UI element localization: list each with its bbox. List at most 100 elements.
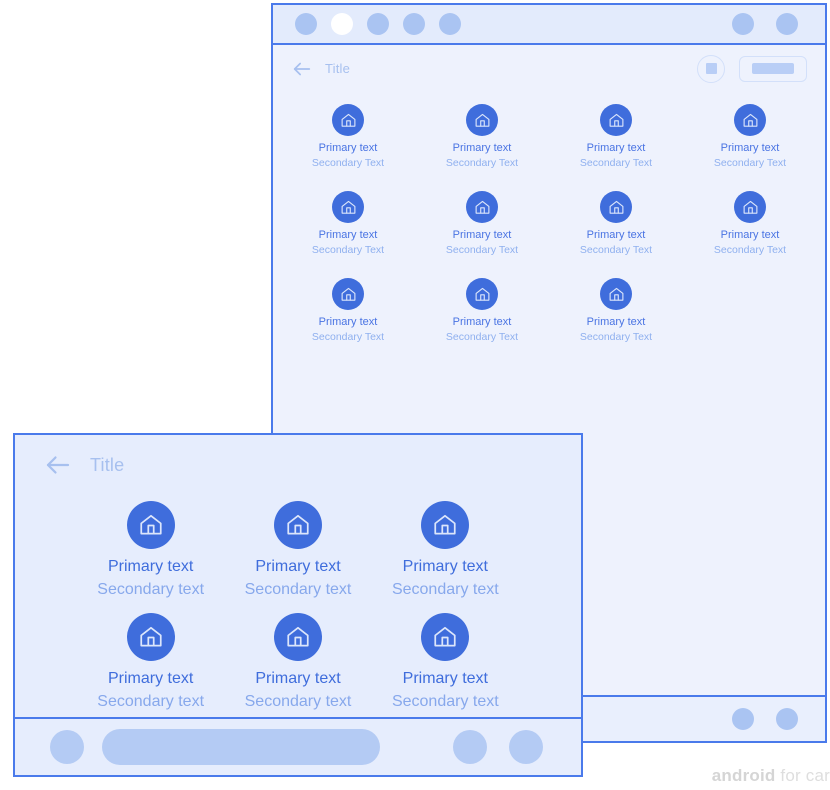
tile-primary-text: Primary text bbox=[107, 670, 194, 687]
foreground-window: Title Primary text Secondary text Primary … bbox=[13, 433, 583, 777]
watermark-bold-text: android bbox=[711, 766, 776, 785]
tile-primary-text: Primary text bbox=[586, 229, 646, 241]
tile-secondary-text: Secondary Text bbox=[311, 157, 385, 169]
square-stop-icon-button[interactable] bbox=[697, 54, 725, 83]
page-title: Title bbox=[325, 61, 351, 76]
arrow-left-icon[interactable] bbox=[43, 450, 73, 480]
screenshot-canvas: Title Primary text Secondary Text Primary … bbox=[0, 0, 830, 790]
grid-tile[interactable]: Primary text Secondary Text bbox=[281, 278, 415, 343]
tile-secondary-text: Secondary Text bbox=[445, 157, 519, 169]
grid-tile[interactable]: Primary text Secondary text bbox=[372, 613, 519, 711]
tile-primary-text: Primary text bbox=[452, 229, 512, 241]
home-icon bbox=[332, 104, 364, 136]
grid-tile[interactable]: Primary text Secondary Text bbox=[415, 104, 549, 169]
grid-tile[interactable]: Primary text Secondary Text bbox=[683, 104, 817, 169]
grid-tile[interactable]: Primary text Secondary Text bbox=[415, 278, 549, 343]
home-icon bbox=[273, 501, 322, 549]
home-icon bbox=[466, 191, 498, 223]
arrow-left-icon[interactable] bbox=[291, 58, 313, 80]
foreground-app-bar: Title bbox=[15, 435, 581, 495]
nav-pill-button[interactable] bbox=[102, 729, 380, 765]
tile-secondary-text: Secondary Text bbox=[579, 331, 653, 343]
tile-secondary-text: Secondary text bbox=[97, 693, 205, 710]
tile-primary-text: Primary text bbox=[452, 316, 512, 328]
home-icon bbox=[600, 191, 632, 223]
bottom-dot-1[interactable] bbox=[732, 708, 754, 730]
tile-secondary-text: Secondary text bbox=[391, 693, 499, 710]
home-icon bbox=[126, 613, 175, 661]
status-dot-1[interactable] bbox=[295, 13, 317, 35]
chip-button[interactable] bbox=[739, 55, 807, 82]
home-icon bbox=[126, 501, 175, 549]
background-tile-grid: Primary text Secondary Text Primary text Se… bbox=[273, 92, 825, 343]
tile-secondary-text: Secondary Text bbox=[579, 157, 653, 169]
status-bar-right-group bbox=[732, 13, 798, 35]
grid-tile[interactable]: Primary text Secondary text bbox=[224, 613, 371, 711]
status-dot-3[interactable] bbox=[367, 13, 389, 35]
grid-tile[interactable]: Primary text Secondary text bbox=[224, 501, 371, 599]
grid-tile[interactable]: Primary text Secondary text bbox=[77, 613, 224, 711]
tile-primary-text: Primary text bbox=[402, 670, 488, 687]
tile-primary-text: Primary text bbox=[402, 558, 488, 575]
home-icon bbox=[466, 278, 498, 310]
home-icon bbox=[332, 278, 364, 310]
foreground-content-area: Primary text Secondary text Primary text Se… bbox=[15, 495, 581, 717]
home-icon bbox=[421, 501, 470, 549]
tile-primary-text: Primary text bbox=[452, 142, 512, 154]
tile-primary-text: Primary text bbox=[586, 316, 646, 328]
grid-tile[interactable]: Primary text Secondary Text bbox=[415, 191, 549, 256]
tile-secondary-text: Secondary Text bbox=[311, 331, 385, 343]
tile-secondary-text: Secondary text bbox=[244, 581, 352, 598]
tile-secondary-text: Secondary Text bbox=[311, 244, 385, 256]
status-dot-right-1[interactable] bbox=[732, 13, 754, 35]
background-status-bar bbox=[273, 5, 825, 45]
grid-tile[interactable]: Primary text Secondary text bbox=[77, 501, 224, 599]
nav-bar-left-group bbox=[50, 729, 380, 765]
tile-primary-text: Primary text bbox=[586, 142, 646, 154]
tile-primary-text: Primary text bbox=[255, 558, 341, 575]
tile-primary-text: Primary text bbox=[107, 558, 194, 575]
nav-bar-right-group bbox=[453, 730, 543, 764]
grid-tile[interactable]: Primary text Secondary Text bbox=[281, 104, 415, 169]
app-bar-actions bbox=[697, 54, 807, 83]
status-dot-5[interactable] bbox=[439, 13, 461, 35]
foreground-tile-grid: Primary text Secondary text Primary text Se… bbox=[15, 495, 581, 711]
tile-secondary-text: Secondary Text bbox=[713, 157, 787, 169]
bottom-dot-2[interactable] bbox=[776, 708, 798, 730]
background-app-bar: Title bbox=[273, 45, 825, 92]
nav-circle-button[interactable] bbox=[50, 730, 84, 764]
background-bottom-dots bbox=[732, 708, 798, 730]
tile-secondary-text: Secondary Text bbox=[445, 331, 519, 343]
nav-circle-button-3[interactable] bbox=[509, 730, 543, 764]
tile-secondary-text: Secondary text bbox=[391, 581, 499, 598]
home-icon bbox=[421, 613, 470, 661]
status-dot-right-2[interactable] bbox=[776, 13, 798, 35]
nav-circle-button-2[interactable] bbox=[453, 730, 487, 764]
tile-primary-text: Primary text bbox=[318, 229, 378, 241]
square-stop-icon bbox=[705, 63, 717, 74]
chip-button-fill bbox=[752, 63, 794, 74]
home-icon bbox=[466, 104, 498, 136]
grid-tile[interactable]: Primary text Secondary text bbox=[372, 501, 519, 599]
status-dot-4[interactable] bbox=[403, 13, 425, 35]
grid-tile[interactable]: Primary text Secondary Text bbox=[549, 104, 683, 169]
tile-primary-text: Primary text bbox=[318, 316, 378, 328]
status-bar-left-group bbox=[295, 13, 461, 35]
android-for-cars-watermark: android for car bbox=[712, 766, 830, 786]
tile-primary-text: Primary text bbox=[255, 670, 341, 687]
status-dot-2[interactable] bbox=[331, 13, 353, 35]
home-icon bbox=[600, 278, 632, 310]
tile-secondary-text: Secondary text bbox=[244, 693, 352, 710]
page-title: Title bbox=[90, 454, 125, 475]
tile-secondary-text: Secondary Text bbox=[445, 244, 519, 256]
home-icon bbox=[332, 191, 364, 223]
tile-secondary-text: Secondary Text bbox=[713, 244, 787, 256]
grid-tile[interactable]: Primary text Secondary Text bbox=[281, 191, 415, 256]
tile-primary-text: Primary text bbox=[720, 142, 780, 154]
home-icon bbox=[734, 191, 766, 223]
tile-primary-text: Primary text bbox=[318, 142, 378, 154]
tile-primary-text: Primary text bbox=[720, 229, 780, 241]
grid-tile[interactable]: Primary text Secondary Text bbox=[549, 278, 683, 343]
grid-tile[interactable]: Primary text Secondary Text bbox=[549, 191, 683, 256]
grid-tile[interactable]: Primary text Secondary Text bbox=[683, 191, 817, 256]
